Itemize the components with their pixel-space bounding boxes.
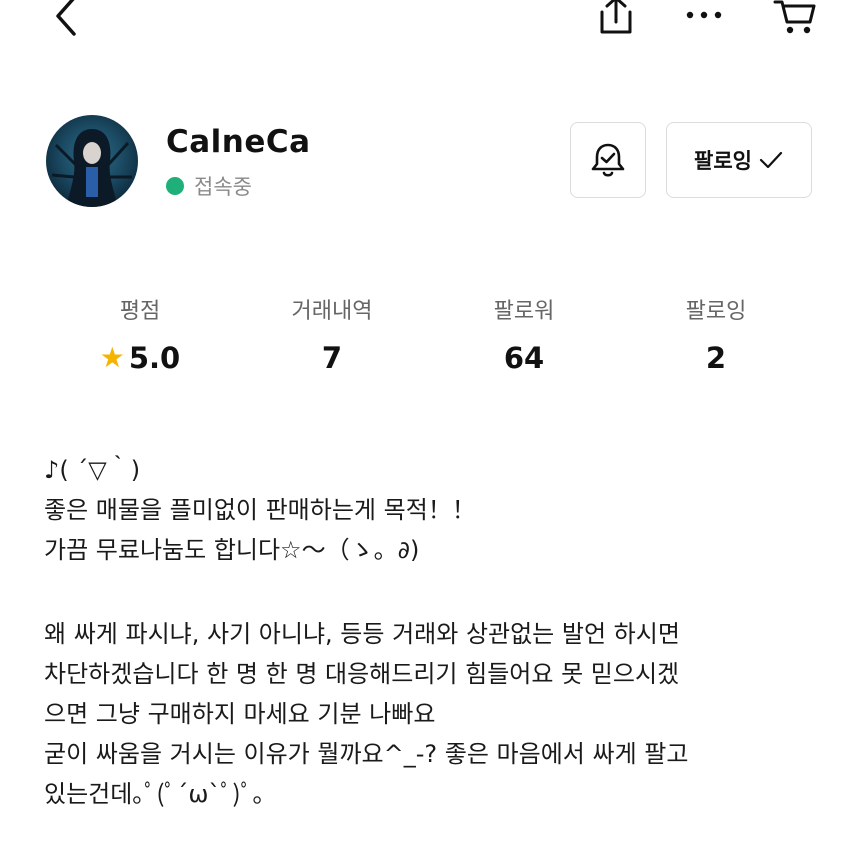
bio-line: 좋은 매물을 플미없이 판매하는게 목적！！ xyxy=(44,496,476,524)
cart-icon xyxy=(773,0,816,34)
bio-spacer xyxy=(44,570,824,614)
bio-line: 왜 싸게 파시냐, 사기 아니냐, 등등 거래와 상관없는 발언 하시면 xyxy=(44,620,680,648)
stat-value-row: ★ 5.0 xyxy=(50,341,230,375)
profile-bio: ♪( ´▽｀) 좋은 매물을 플미없이 판매하는게 목적！！ 가끔 무료나눔도 … xyxy=(44,450,824,814)
following-button[interactable]: 팔로잉 xyxy=(666,122,812,198)
more-dots-icon xyxy=(686,11,722,19)
bio-line: 굳이 싸움을 거시는 이유가 뭘까요^_-? 좋은 마음에서 싸게 팔고 xyxy=(44,740,689,768)
more-button[interactable] xyxy=(682,2,726,28)
bio-line: ♪( ´▽｀) xyxy=(44,456,141,484)
share-button[interactable] xyxy=(594,0,638,38)
bio-line: 가끔 무료나눔도 합니다☆～（ゝ。∂) xyxy=(44,536,420,564)
stat-transactions[interactable]: 거래내역 7 xyxy=(242,293,422,375)
stat-value: 7 xyxy=(321,341,343,375)
avatar-image xyxy=(51,129,132,207)
stat-following[interactable]: 팔로잉 2 xyxy=(626,293,806,375)
following-label: 팔로잉 xyxy=(694,149,752,173)
back-button[interactable] xyxy=(44,0,84,40)
notify-button[interactable] xyxy=(570,122,646,198)
top-bar xyxy=(0,0,856,50)
cart-button[interactable] xyxy=(772,0,818,38)
stat-label: 팔로워 xyxy=(493,299,555,324)
stat-value: 2 xyxy=(705,341,727,375)
stat-label: 팔로잉 xyxy=(685,299,747,324)
stat-value: 64 xyxy=(503,341,545,375)
check-icon xyxy=(759,151,783,169)
bell-check-icon xyxy=(591,143,625,177)
stat-followers[interactable]: 팔로워 64 xyxy=(434,293,614,375)
bio-line: 으면 그냥 구매하지 마세요 기분 나빠요 xyxy=(44,700,436,728)
star-icon: ★ xyxy=(99,341,125,374)
share-icon xyxy=(600,0,632,34)
stat-rating[interactable]: 평점 ★ 5.0 xyxy=(50,293,230,375)
username: CalneCa xyxy=(166,124,311,160)
chevron-left-icon xyxy=(56,0,76,36)
bio-line: 있는건데｡ﾟ(ﾟ´ω`ﾟ)ﾟ｡ xyxy=(44,780,265,808)
bio-line: 차단하겠습니다 한 명 한 명 대응해드리기 힘들어요 못 믿으시겠 xyxy=(44,660,680,688)
status-label: 접속중 xyxy=(194,175,252,199)
stat-label: 거래내역 xyxy=(291,299,373,324)
online-status: 접속중 xyxy=(166,171,252,201)
status-dot xyxy=(166,177,184,195)
avatar[interactable] xyxy=(46,115,138,207)
stat-value: 5.0 xyxy=(128,341,181,375)
stat-label: 평점 xyxy=(119,299,161,324)
